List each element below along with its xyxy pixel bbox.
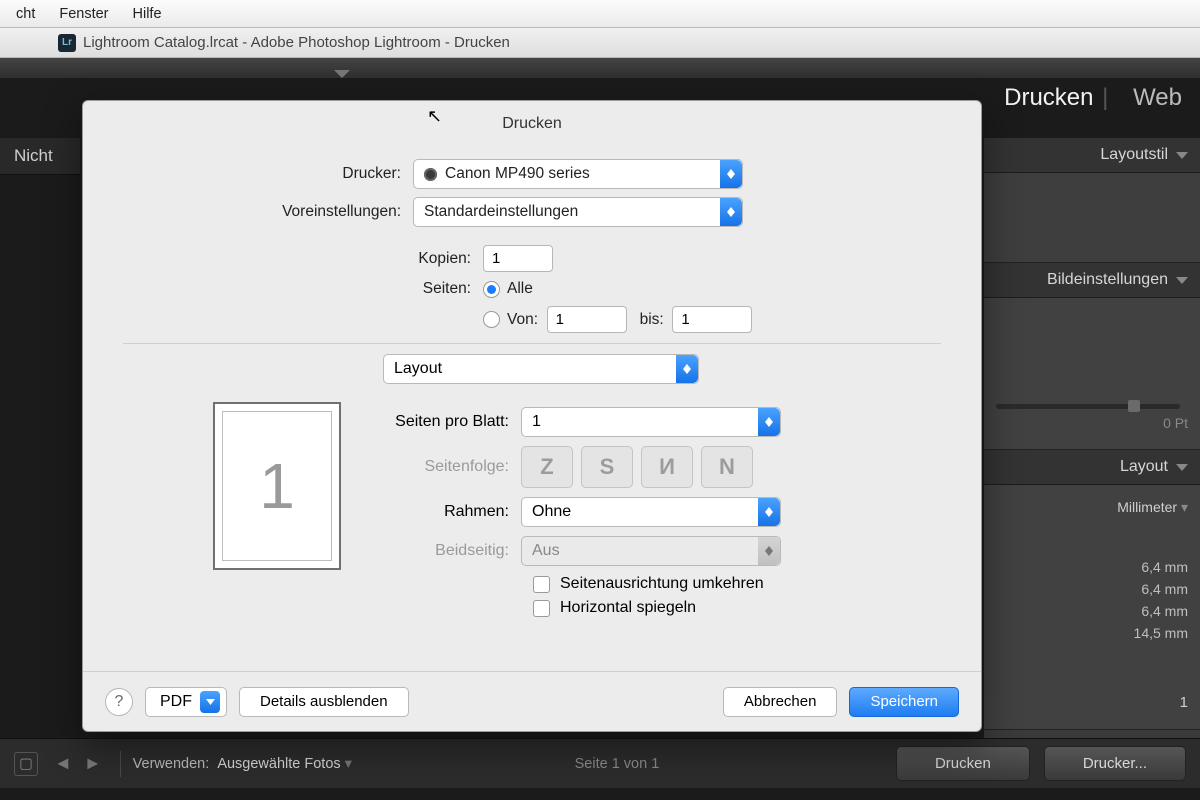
pages-all-radio[interactable]: [483, 281, 500, 298]
printer-setup-button[interactable]: Drucker...: [1044, 746, 1186, 781]
bottom-toolbar: ▢ ◄ ► Verwenden: Ausgewählte Fotos ▾ Sei…: [0, 738, 1200, 788]
stroke-slider[interactable]: [996, 404, 1188, 409]
window-title: Lightroom Catalog.lrcat - Adobe Photosho…: [83, 34, 510, 51]
duplex-select: Aus: [521, 536, 781, 566]
presets-select[interactable]: Standardeinstellungen: [413, 197, 743, 227]
save-button[interactable]: Speichern: [849, 687, 959, 717]
updown-arrows-icon: [676, 355, 698, 383]
page-status: Seite 1 von 1: [575, 756, 660, 772]
copies-label: Kopien:: [123, 250, 483, 268]
lightroom-app-icon: Lr: [58, 34, 76, 52]
copies-input[interactable]: [483, 245, 553, 272]
panel-bildeinstellungen[interactable]: Bildeinstellungen: [984, 263, 1200, 298]
print-dialog: Drucken Drucker: Canon MP490 series Vore…: [82, 100, 982, 732]
panel-layout[interactable]: Layout: [984, 450, 1200, 485]
filmstrip-collapse[interactable]: [0, 58, 1200, 78]
module-print[interactable]: Drucken: [1004, 84, 1093, 111]
reverse-orientation-checkbox[interactable]: [533, 576, 550, 593]
mirror-horizontal-checkbox[interactable]: [533, 600, 550, 617]
pages-to-input[interactable]: [672, 306, 752, 333]
margin-value: 6,4 mm: [1141, 581, 1188, 597]
help-button[interactable]: ?: [105, 688, 133, 716]
panel-label: Layout: [1120, 458, 1168, 476]
chevron-down-icon: [200, 691, 220, 713]
border-select[interactable]: Ohne: [521, 497, 781, 527]
pages-from-input[interactable]: [547, 306, 627, 333]
pages-per-sheet-select[interactable]: 1: [521, 407, 781, 437]
separator: |: [1102, 84, 1108, 111]
right-panel-group: Layoutstil Bildeinstellungen 0 Pt Layout…: [984, 138, 1200, 738]
page-order-z-icon[interactable]: Z: [521, 446, 573, 488]
page-count: 1: [996, 684, 1188, 711]
page-order-label: Seitenfolge:: [371, 458, 521, 476]
menu-item[interactable]: Fenster: [47, 6, 120, 22]
border-value: Ohne: [532, 503, 571, 521]
hide-details-button[interactable]: Details ausblenden: [239, 687, 409, 717]
pages-from-label: Von:: [507, 311, 538, 329]
panel-layoutstil[interactable]: Layoutstil: [984, 138, 1200, 173]
page-order-options: Z S И N: [521, 446, 753, 488]
duplex-value: Aus: [532, 542, 560, 560]
slider-value: 0 Pt: [996, 415, 1188, 431]
chevron-down-icon: [1176, 277, 1188, 284]
left-panel-header[interactable]: Nicht: [0, 138, 80, 175]
updown-arrows-icon: [720, 160, 742, 188]
pdf-dropdown[interactable]: PDF: [145, 687, 227, 717]
border-label: Rahmen:: [371, 503, 521, 521]
dialog-title: Drucken: [83, 101, 981, 143]
printer-value: Canon MP490 series: [445, 165, 590, 183]
module-web[interactable]: Web: [1133, 84, 1182, 111]
dialog-footer: ? PDF Details ausblenden Abbrechen Speic…: [83, 671, 981, 731]
section-value: Layout: [394, 360, 442, 378]
chevron-down-icon: [1176, 152, 1188, 159]
updown-arrows-icon: [758, 537, 780, 565]
cancel-button[interactable]: Abbrechen: [723, 687, 838, 717]
reverse-orientation-label: Seitenausrichtung umkehren: [560, 575, 764, 593]
pages-all-label: Alle: [507, 280, 533, 298]
pages-to-label: bis:: [640, 311, 664, 329]
duplex-label: Beidseitig:: [371, 542, 521, 560]
panel-label: Layoutstil: [1100, 146, 1168, 164]
panel-label: Bildeinstellungen: [1047, 271, 1168, 289]
ruler-units[interactable]: Millimeter ▾: [996, 495, 1188, 526]
pdf-label: PDF: [160, 693, 192, 711]
printer-status-icon: [424, 168, 437, 181]
margin-value: 6,4 mm: [1141, 603, 1188, 619]
margin-value: 6,4 mm: [1141, 559, 1188, 575]
module-picker: Drucken | Web: [988, 84, 1182, 112]
pages-label: Seiten:: [123, 280, 483, 298]
pages-range-radio[interactable]: [483, 311, 500, 328]
print-button[interactable]: Drucken: [896, 746, 1030, 781]
pps-value: 1: [532, 413, 541, 431]
updown-arrows-icon: [758, 408, 780, 436]
updown-arrows-icon: [758, 498, 780, 526]
page-order-n-icon[interactable]: N: [701, 446, 753, 488]
chevron-down-icon: [1176, 464, 1188, 471]
page-order-s-icon[interactable]: S: [581, 446, 633, 488]
use-dropdown[interactable]: Ausgewählte Fotos ▾: [217, 756, 352, 772]
prev-page-icon[interactable]: ◄: [48, 753, 78, 774]
printer-label: Drucker:: [123, 165, 413, 183]
mirror-horizontal-label: Horizontal spiegeln: [560, 599, 696, 617]
presets-label: Voreinstellungen:: [123, 203, 413, 221]
use-label: Verwenden:: [133, 756, 210, 772]
next-page-icon[interactable]: ►: [78, 753, 108, 774]
printer-select[interactable]: Canon MP490 series: [413, 159, 743, 189]
updown-arrows-icon: [720, 198, 742, 226]
stop-icon[interactable]: ▢: [14, 752, 38, 776]
pages-per-sheet-label: Seiten pro Blatt:: [371, 413, 521, 431]
chevron-down-icon: [334, 70, 350, 78]
page-preview: 1: [213, 402, 341, 570]
window-titlebar: Lr Lightroom Catalog.lrcat - Adobe Photo…: [0, 28, 1200, 58]
presets-value: Standardeinstellungen: [424, 203, 578, 221]
menu-item[interactable]: Hilfe: [121, 6, 174, 22]
margin-value: 14,5 mm: [1134, 625, 1188, 641]
section-select[interactable]: Layout: [383, 354, 699, 384]
preview-page-number: 1: [259, 449, 295, 523]
menu-item[interactable]: cht: [4, 6, 47, 22]
menubar: cht Fenster Hilfe: [0, 0, 1200, 28]
page-order-w-icon[interactable]: И: [641, 446, 693, 488]
